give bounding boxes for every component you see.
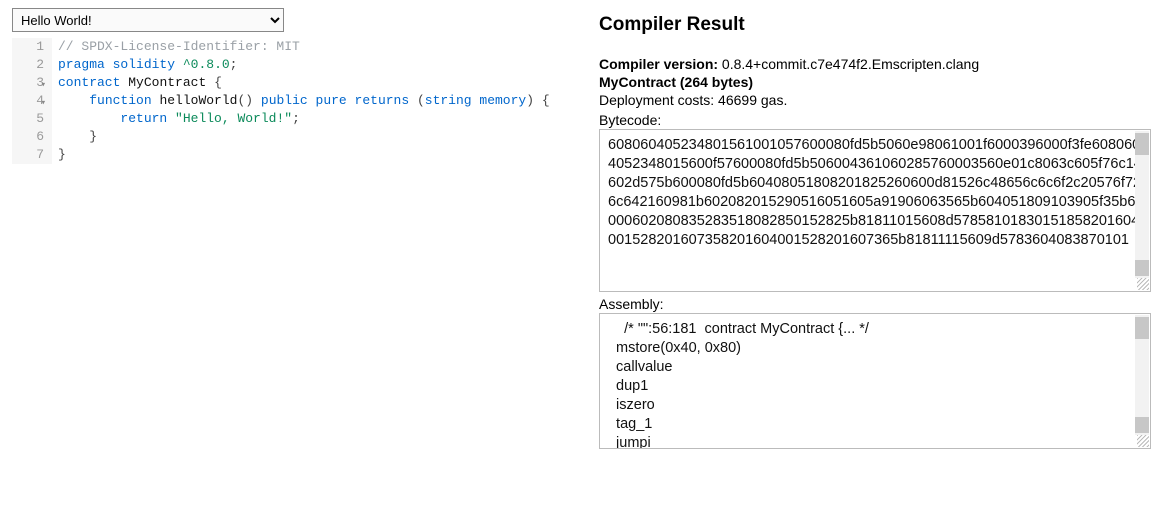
line-number: 3▾ — [12, 74, 44, 92]
line-number: 1 — [12, 38, 44, 56]
contract-line: MyContract (264 bytes) — [599, 74, 1151, 90]
assembly-wrap: /* "":56:181 contract MyContract {... */… — [599, 313, 1151, 449]
contract-name-size: MyContract (264 bytes) — [599, 74, 753, 90]
code-line[interactable]: pragma solidity ^0.8.0; — [58, 56, 577, 74]
line-number: 6 — [12, 128, 44, 146]
line-number: 2 — [12, 56, 44, 74]
compiler-version-value: 0.8.4+commit.c7e474f2.Emscripten.clang — [722, 56, 979, 72]
scrollbar-down[interactable] — [1135, 260, 1149, 276]
app-root: Hello World! 123▾4▾567 // SPDX-License-I… — [0, 0, 1169, 523]
assembly-output[interactable]: /* "":56:181 contract MyContract {... */… — [599, 313, 1151, 449]
resize-grip-icon[interactable] — [1137, 278, 1149, 290]
resize-grip-icon[interactable] — [1137, 435, 1149, 447]
code-line[interactable]: function helloWorld() public pure return… — [58, 92, 577, 110]
compiler-version-label: Compiler version: — [599, 56, 718, 72]
scrollbar-thumb[interactable] — [1135, 317, 1149, 339]
bytecode-label: Bytecode: — [599, 112, 1151, 128]
scrollbar-thumb[interactable] — [1135, 133, 1149, 155]
code-line[interactable]: return "Hello, World!"; — [58, 110, 577, 128]
left-pane: Hello World! 123▾4▾567 // SPDX-License-I… — [0, 0, 589, 523]
editor-code[interactable]: // SPDX-License-Identifier: MITpragma so… — [52, 38, 577, 164]
code-line[interactable]: } — [58, 128, 577, 146]
right-pane: Compiler Result Compiler version: 0.8.4+… — [589, 0, 1169, 523]
assembly-label: Assembly: — [599, 296, 1151, 312]
editor-gutter: 123▾4▾567 — [12, 38, 52, 164]
code-editor[interactable]: 123▾4▾567 // SPDX-License-Identifier: MI… — [12, 38, 577, 164]
scrollbar-down[interactable] — [1135, 417, 1149, 433]
code-line[interactable]: // SPDX-License-Identifier: MIT — [58, 38, 577, 56]
bytecode-wrap: 608060405234801561001057600080fd5b5060e9… — [599, 129, 1151, 292]
bytecode-output[interactable]: 608060405234801561001057600080fd5b5060e9… — [599, 129, 1151, 292]
line-number: 7 — [12, 146, 44, 164]
code-line[interactable]: } — [58, 146, 577, 164]
line-number: 4▾ — [12, 92, 44, 110]
example-select[interactable]: Hello World! — [12, 8, 284, 32]
code-line[interactable]: contract MyContract { — [58, 74, 577, 92]
deployment-cost: Deployment costs: 46699 gas. — [599, 92, 1151, 108]
result-heading: Compiler Result — [599, 14, 1151, 36]
compiler-version-line: Compiler version: 0.8.4+commit.c7e474f2.… — [599, 56, 1151, 72]
line-number: 5 — [12, 110, 44, 128]
